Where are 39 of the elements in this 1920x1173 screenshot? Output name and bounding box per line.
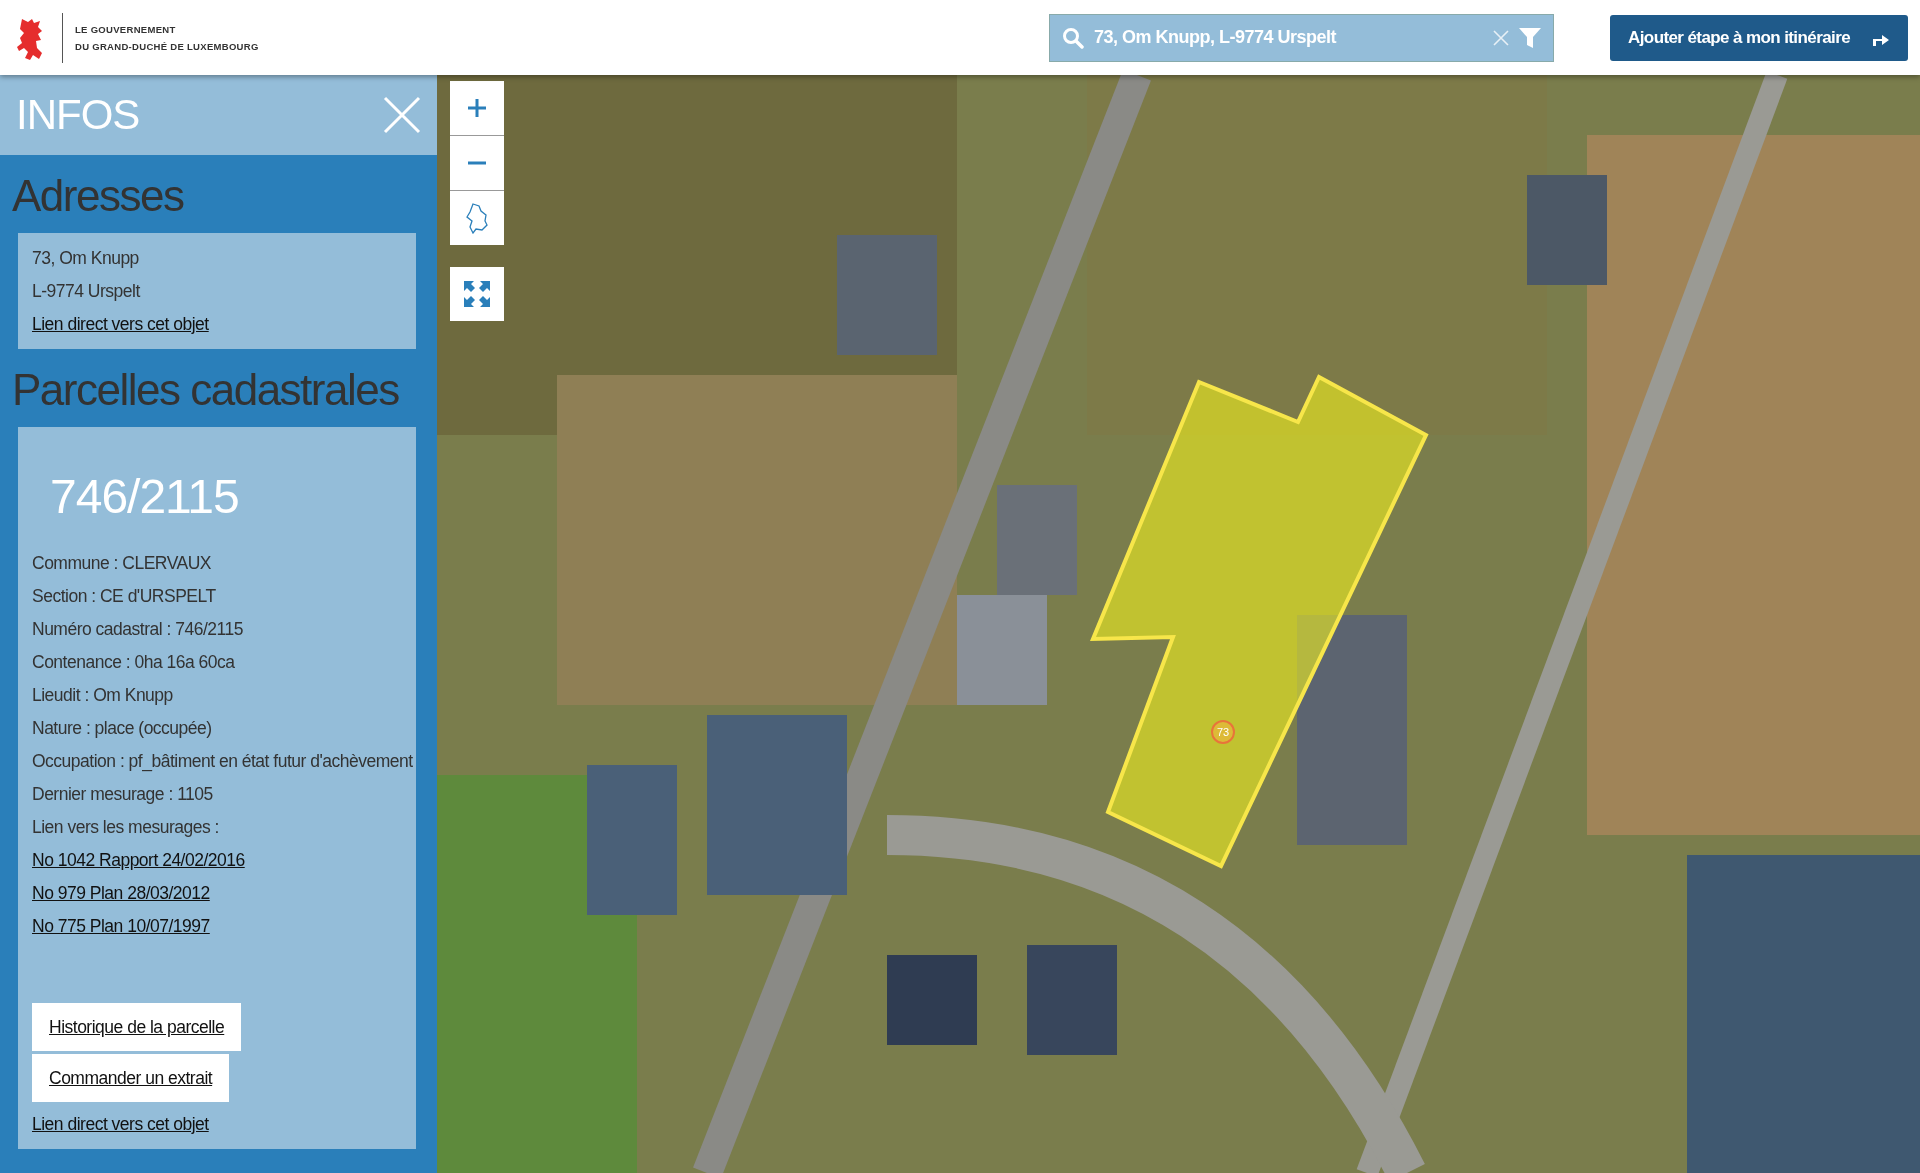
parcel-detail: Occupation : pf_bâtiment en état futur d'achèvement [32,750,413,772]
government-name: DU GRAND-DUCHÉ DE LUXEMBOURG [75,40,259,52]
parcel-detail: Contenance : 0ha 16a 60ca [32,651,235,673]
panel-title: INFOS [16,91,140,139]
filter-icon[interactable] [1519,27,1542,48]
parcel-detail: Numéro cadastral : 746/2115 [32,618,243,640]
direct-link[interactable]: Lien direct vers cet objet [32,1113,209,1135]
country-outline-icon [465,202,489,234]
parcel-detail: Commune : CLERVAUX [32,552,212,574]
address-line: L-9774 Urspelt [32,280,140,302]
direct-link[interactable]: Lien direct vers cet objet [32,313,209,335]
measurement-link[interactable]: No 979 Plan 28/03/2012 [32,882,210,904]
country-extent-button[interactable] [450,191,504,245]
section-heading: Parcelles cadastrales [12,364,399,416]
zoom-out-button[interactable] [450,136,504,191]
plus-icon [468,99,486,117]
parcel-detail: Lien vers les mesurages : [32,816,219,838]
measurement-link[interactable]: No 1042 Rapport 24/02/2016 [32,849,245,871]
parcel-detail: Lieudit : Om Knupp [32,684,173,706]
search-icon [1062,26,1085,49]
close-icon[interactable] [383,96,421,134]
address-line: 73, Om Knupp [32,247,139,269]
parcel-action-button[interactable]: Historique de la parcelle [32,1003,242,1051]
clear-icon[interactable] [1493,29,1510,46]
zoom-in-button[interactable] [450,81,504,136]
measurement-link[interactable]: No 775 Plan 10/07/1997 [32,915,210,937]
parcel-detail: Nature : place (occupée) [32,717,212,739]
parcel-detail: Dernier mesurage : 1105 [32,783,213,805]
minus-icon [468,161,486,165]
search-value: 73, Om Knupp, L-9774 Urspelt [1094,27,1338,48]
government-name: LE GOUVERNEMENT [75,23,177,35]
section-heading: Adresses [12,170,184,222]
parcel-action-button[interactable]: Commander un extrait [32,1054,230,1102]
expand-arrows-icon [464,281,490,307]
parcel-number: 746/2115 [50,469,239,525]
parcel-detail: Section : CE d'URSPELT [32,585,216,607]
parcel-outline[interactable] [1090,374,1429,869]
fullscreen-button[interactable] [450,267,504,321]
add-route-step-button[interactable]: Ajouter étape à mon itinéraire [1610,14,1908,61]
